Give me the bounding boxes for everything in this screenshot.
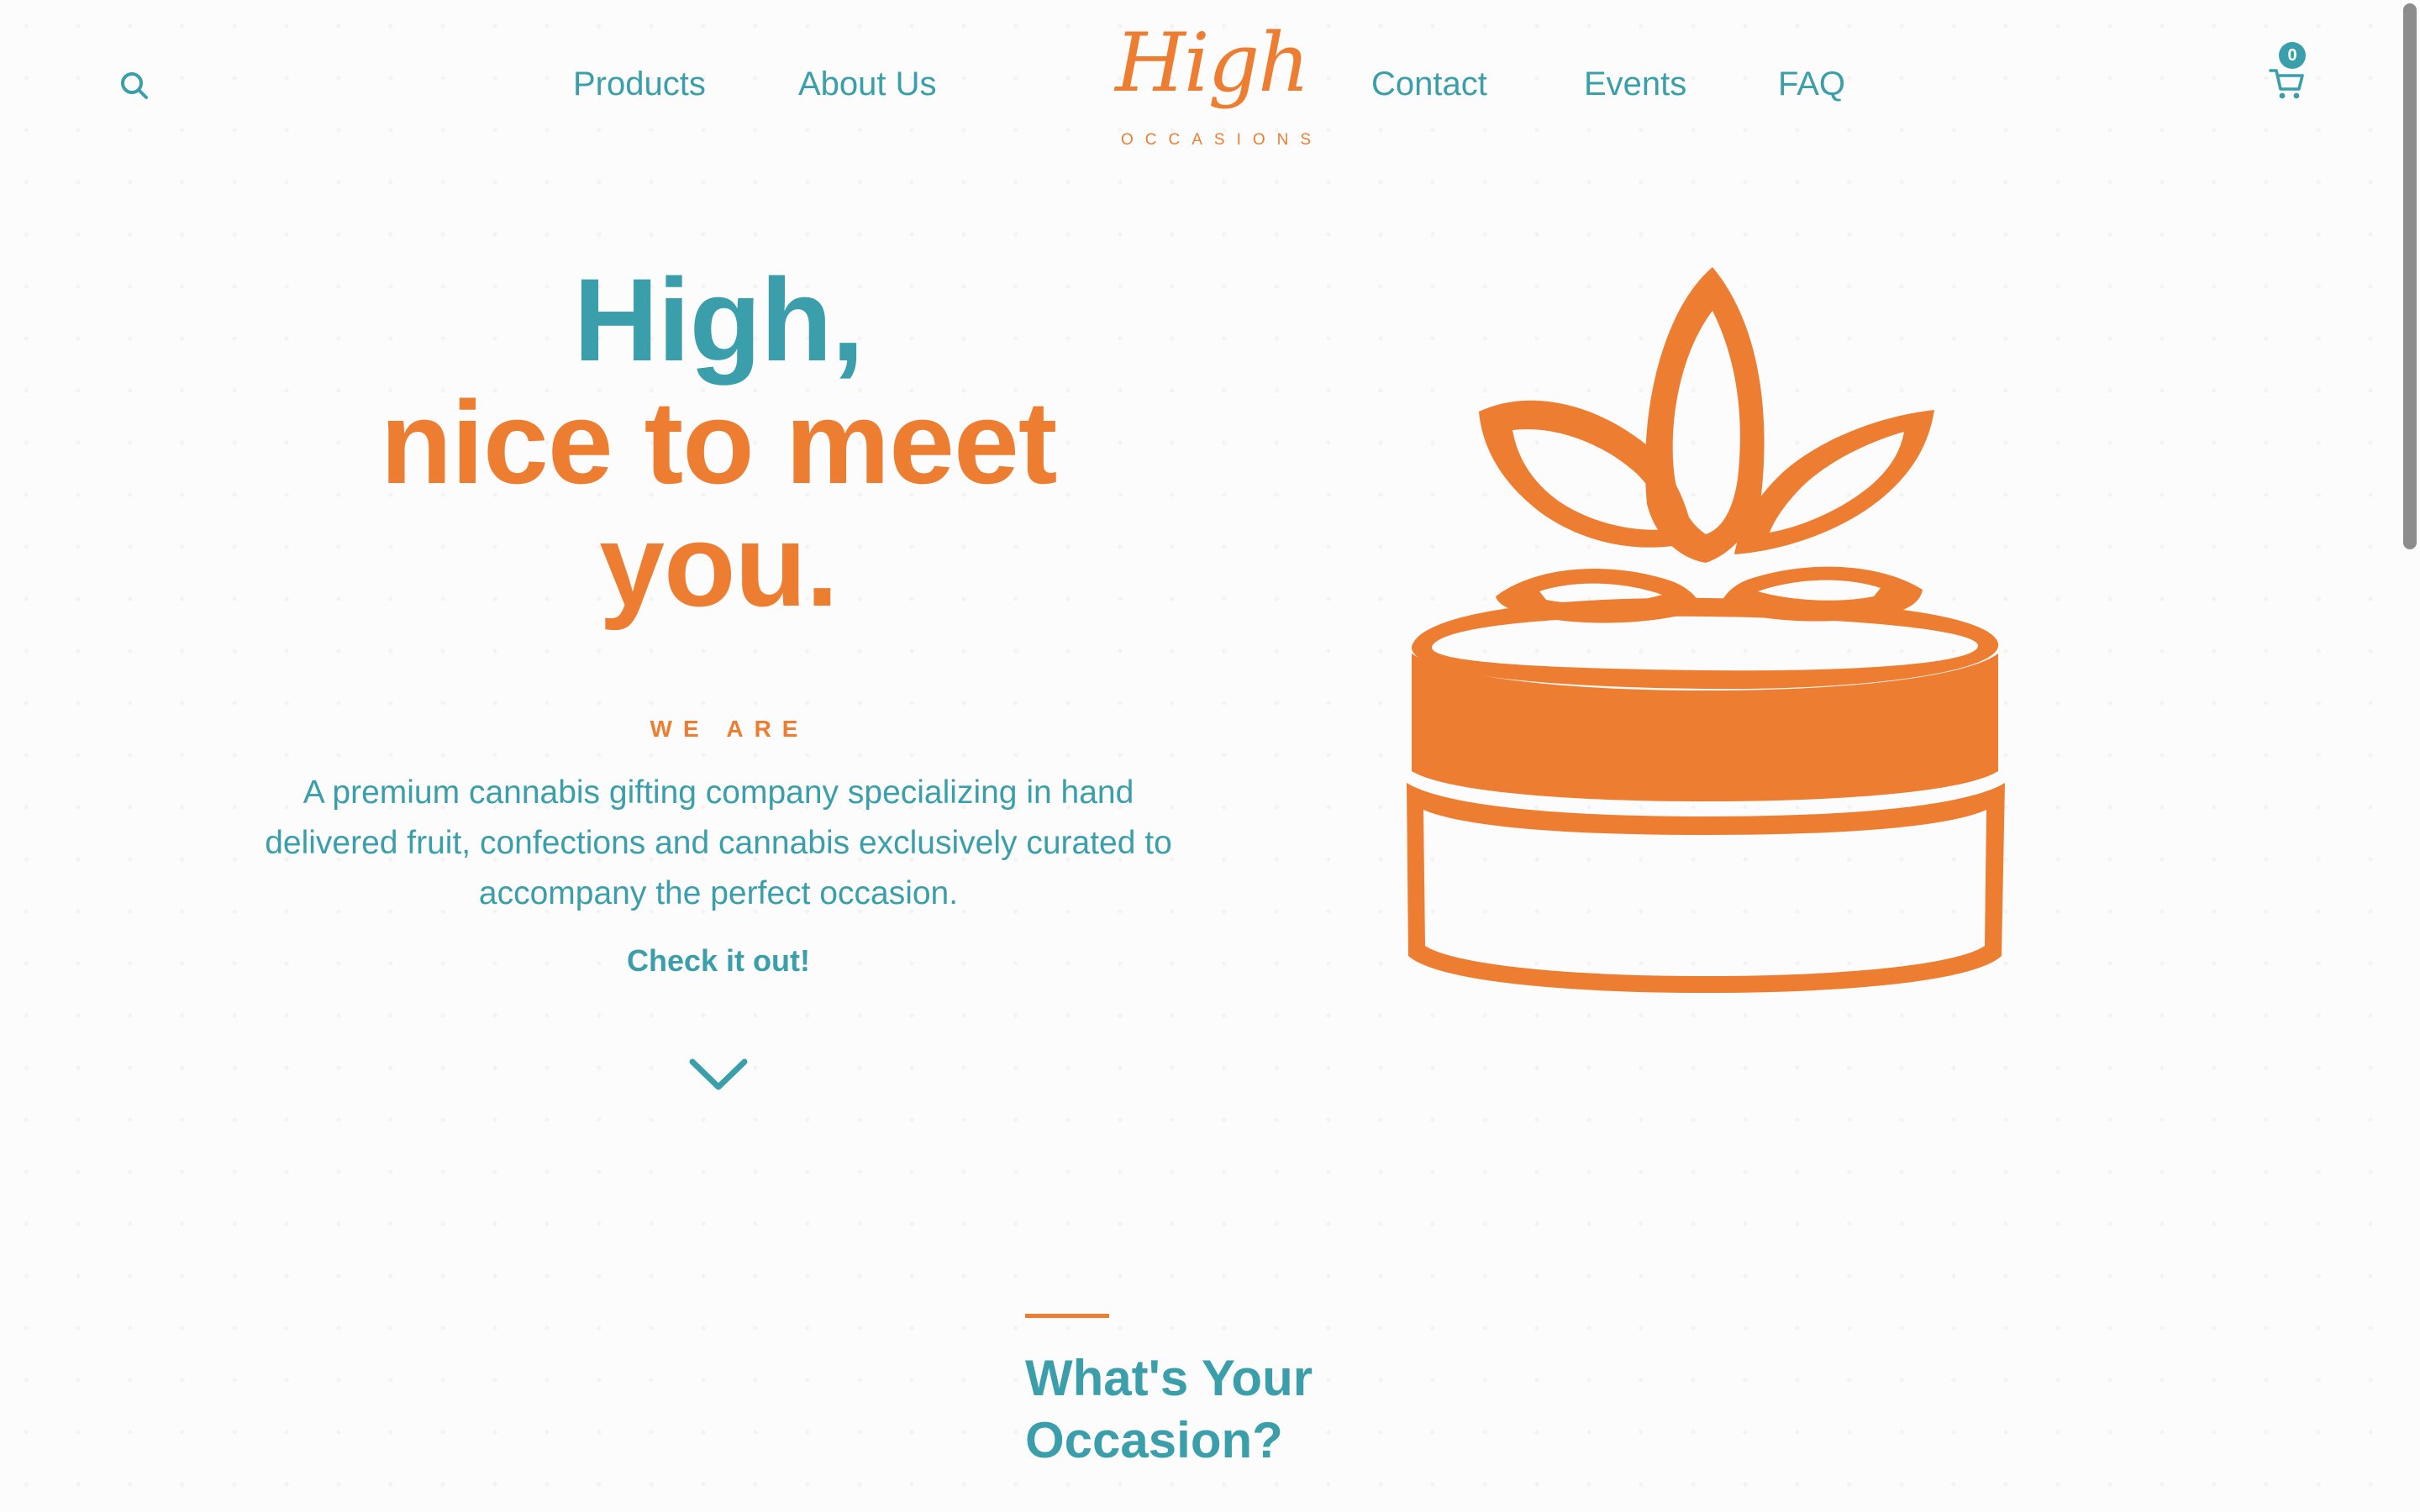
- hero-description: A premium cannabis gifting company speci…: [265, 774, 1172, 911]
- hero-eyebrow: WE ARE: [650, 716, 809, 742]
- cart-icon: [2269, 69, 2304, 99]
- chevron-down-icon: [689, 1058, 748, 1090]
- hero-heading: High, nice to meet you.: [252, 259, 1185, 627]
- section-title: What's Your Occasion?: [1025, 1350, 1313, 1468]
- check-it-out-link[interactable]: Check it out!: [588, 939, 849, 983]
- hero-heading-line1: High,: [573, 254, 865, 386]
- nav-about-us[interactable]: About Us: [798, 60, 937, 108]
- nav-faq[interactable]: FAQ: [1778, 60, 1845, 108]
- nav-events[interactable]: Events: [1584, 60, 1686, 108]
- logo-script-text: High: [1115, 16, 1310, 110]
- scroll-down-button[interactable]: [687, 1055, 750, 1097]
- cart-button[interactable]: 0: [2265, 42, 2316, 106]
- scrollbar-thumb[interactable]: [2403, 3, 2417, 549]
- nav-contact[interactable]: Contact: [1371, 60, 1487, 108]
- logo-subtitle: OCCASIONS: [1121, 131, 1323, 149]
- site-logo[interactable]: High OCCASIONS: [1109, 13, 1314, 156]
- gift-box-illustration: [1407, 267, 2005, 993]
- hero-heading-line2: nice to meet you.: [380, 376, 1058, 631]
- scrollbar-track[interactable]: [2400, 0, 2420, 1512]
- search-icon: [121, 72, 148, 99]
- cart-count-badge: 0: [2279, 42, 2306, 69]
- section-divider: [1025, 1314, 1109, 1318]
- nav-products[interactable]: Products: [573, 60, 706, 108]
- search-button[interactable]: [118, 69, 151, 102]
